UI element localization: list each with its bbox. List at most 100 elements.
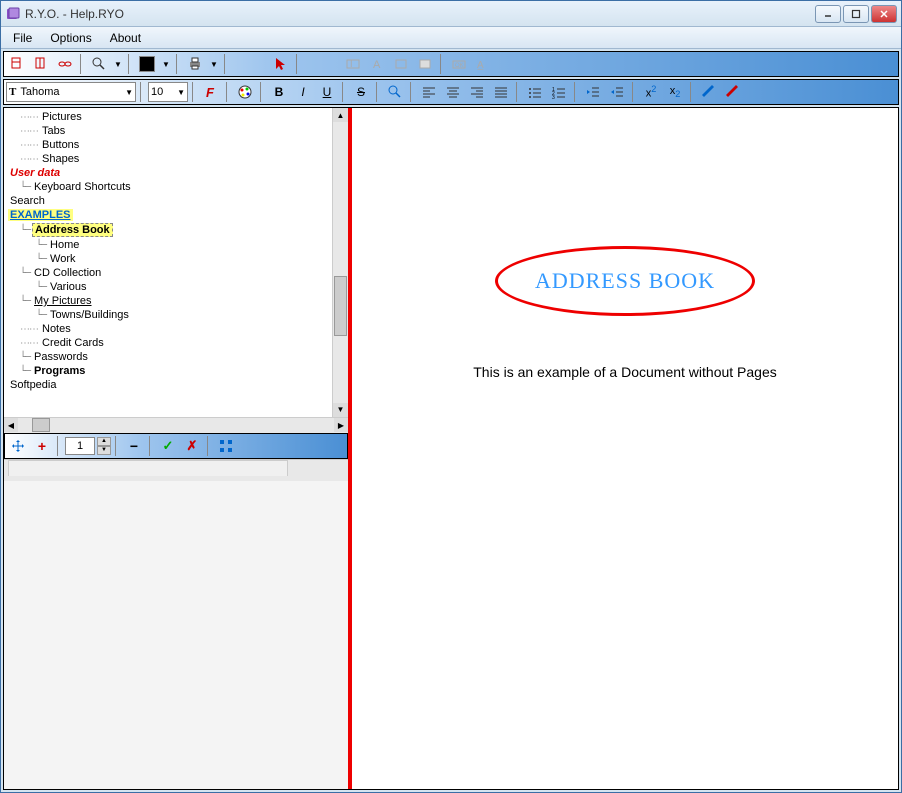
- doc2-icon[interactable]: [30, 54, 52, 74]
- horizontal-scrollbar[interactable]: ◀ ▶: [4, 417, 348, 433]
- tree-area[interactable]: ⋯⋯Pictures⋯⋯Tabs⋯⋯Buttons⋯⋯ShapesUser da…: [4, 108, 348, 417]
- tree-item[interactable]: └─Keyboard Shortcuts: [8, 180, 344, 194]
- palette-icon[interactable]: [234, 82, 256, 102]
- numbers-icon[interactable]: 123: [548, 82, 570, 102]
- print-icon[interactable]: [184, 54, 206, 74]
- remove-icon[interactable]: −: [123, 436, 145, 456]
- tree-item[interactable]: ⋯⋯Pictures: [8, 110, 344, 124]
- tree-label: User data: [8, 167, 62, 179]
- bold-icon[interactable]: B: [268, 82, 290, 102]
- app-icon: [5, 6, 21, 22]
- separator: [260, 82, 264, 102]
- rect2-icon[interactable]: [414, 54, 436, 74]
- tree-item[interactable]: └─Address Book: [8, 222, 344, 238]
- blank-area: [4, 481, 348, 790]
- tree-item[interactable]: └─CD Collection: [8, 266, 344, 280]
- indent-icon[interactable]: [606, 82, 628, 102]
- tree-dots: ⋯⋯: [20, 338, 38, 349]
- add-icon[interactable]: +: [31, 436, 53, 456]
- tree-label: Address Book: [32, 223, 113, 237]
- align-right-icon[interactable]: [466, 82, 488, 102]
- separator: [226, 82, 230, 102]
- brush1-icon[interactable]: [698, 82, 720, 102]
- outdent-icon[interactable]: [582, 82, 604, 102]
- brush2-icon[interactable]: [722, 82, 744, 102]
- separator: [516, 82, 520, 102]
- underline-icon[interactable]: U: [316, 82, 338, 102]
- textbox-icon[interactable]: I: [342, 54, 364, 74]
- size-select[interactable]: 10▼: [148, 82, 188, 102]
- tree-label: Passwords: [32, 351, 90, 363]
- pointer-icon[interactable]: [270, 54, 292, 74]
- tree-label: My Pictures: [32, 295, 93, 307]
- spinner-up[interactable]: ▲: [97, 437, 111, 446]
- cancel-icon[interactable]: ✗: [181, 436, 203, 456]
- page-spinner: ▲ ▼: [97, 437, 111, 455]
- rect-icon[interactable]: [390, 54, 412, 74]
- titlebar[interactable]: R.Y.O. - Help.RYO: [1, 1, 901, 27]
- font-dialog-icon[interactable]: F: [200, 82, 222, 102]
- tree-item[interactable]: ⋯⋯Tabs: [8, 124, 344, 138]
- document-panel[interactable]: ADDRESS BOOK This is an example of a Doc…: [352, 108, 898, 789]
- tree-item[interactable]: ⋯⋯Credit Cards: [8, 336, 344, 350]
- tree-label: Buttons: [40, 139, 81, 151]
- superscript-icon[interactable]: x2: [640, 82, 662, 102]
- color-swatch[interactable]: [136, 54, 158, 74]
- separator: [690, 82, 694, 102]
- menu-options[interactable]: Options: [42, 29, 99, 47]
- tree-item[interactable]: ⋯⋯Shapes: [8, 152, 344, 166]
- tree-item[interactable]: └─Home: [8, 238, 344, 252]
- tree-item[interactable]: ⋯⋯Buttons: [8, 138, 344, 152]
- label-icon[interactable]: A: [366, 54, 388, 74]
- tree-item[interactable]: EXAMPLES: [8, 208, 344, 222]
- doc1-icon[interactable]: [6, 54, 28, 74]
- tab[interactable]: [8, 460, 288, 476]
- align-justify-icon[interactable]: [490, 82, 512, 102]
- align-center-icon[interactable]: [442, 82, 464, 102]
- italic-icon[interactable]: I: [292, 82, 314, 102]
- tree-item[interactable]: └─Towns/Buildings: [8, 308, 344, 322]
- check-icon[interactable]: ✓: [157, 436, 179, 456]
- font-select[interactable]: Tahoma▼: [6, 82, 136, 102]
- tree-label: Work: [48, 253, 77, 265]
- bullets-icon[interactable]: [524, 82, 546, 102]
- char-icon[interactable]: A̲: [472, 54, 494, 74]
- tree-item[interactable]: Search: [8, 194, 344, 208]
- tree-label: CD Collection: [32, 267, 103, 279]
- vertical-scrollbar[interactable]: ▲ ▼: [332, 108, 348, 417]
- link-icon[interactable]: [54, 54, 76, 74]
- move-icon[interactable]: [7, 436, 29, 456]
- print-dropdown[interactable]: ▼: [208, 54, 220, 74]
- tree-label: Various: [48, 281, 88, 293]
- tree-item[interactable]: └─Work: [8, 252, 344, 266]
- find-icon[interactable]: [384, 82, 406, 102]
- separator: [224, 54, 228, 74]
- zoom-icon[interactable]: [88, 54, 110, 74]
- ok-icon[interactable]: OK: [448, 54, 470, 74]
- strike-icon[interactable]: S: [350, 82, 372, 102]
- tree-item[interactable]: └─My Pictures: [8, 294, 344, 308]
- tree-line: └─: [36, 310, 46, 321]
- tree-item[interactable]: └─Programs: [8, 364, 344, 378]
- zoom-dropdown[interactable]: ▼: [112, 54, 124, 74]
- tree-item[interactable]: User data: [8, 166, 344, 180]
- doc-title: ADDRESS BOOK: [535, 268, 715, 294]
- menu-file[interactable]: File: [5, 29, 40, 47]
- close-button[interactable]: [871, 5, 897, 23]
- page-number-input[interactable]: [65, 437, 95, 455]
- tree-item[interactable]: └─Various: [8, 280, 344, 294]
- subscript-icon[interactable]: x2: [664, 82, 686, 102]
- tree-item[interactable]: └─Passwords: [8, 350, 344, 364]
- tree-item[interactable]: Softpedia: [8, 378, 344, 392]
- grid-icon[interactable]: [215, 436, 237, 456]
- tree-dots: ⋯⋯: [20, 126, 38, 137]
- tree-line: └─: [36, 240, 46, 251]
- separator: [115, 436, 119, 456]
- align-left-icon[interactable]: [418, 82, 440, 102]
- minimize-button[interactable]: [815, 5, 841, 23]
- menu-about[interactable]: About: [102, 29, 149, 47]
- tree-item[interactable]: ⋯⋯Notes: [8, 322, 344, 336]
- maximize-button[interactable]: [843, 5, 869, 23]
- spinner-down[interactable]: ▼: [97, 446, 111, 455]
- color-dropdown[interactable]: ▼: [160, 54, 172, 74]
